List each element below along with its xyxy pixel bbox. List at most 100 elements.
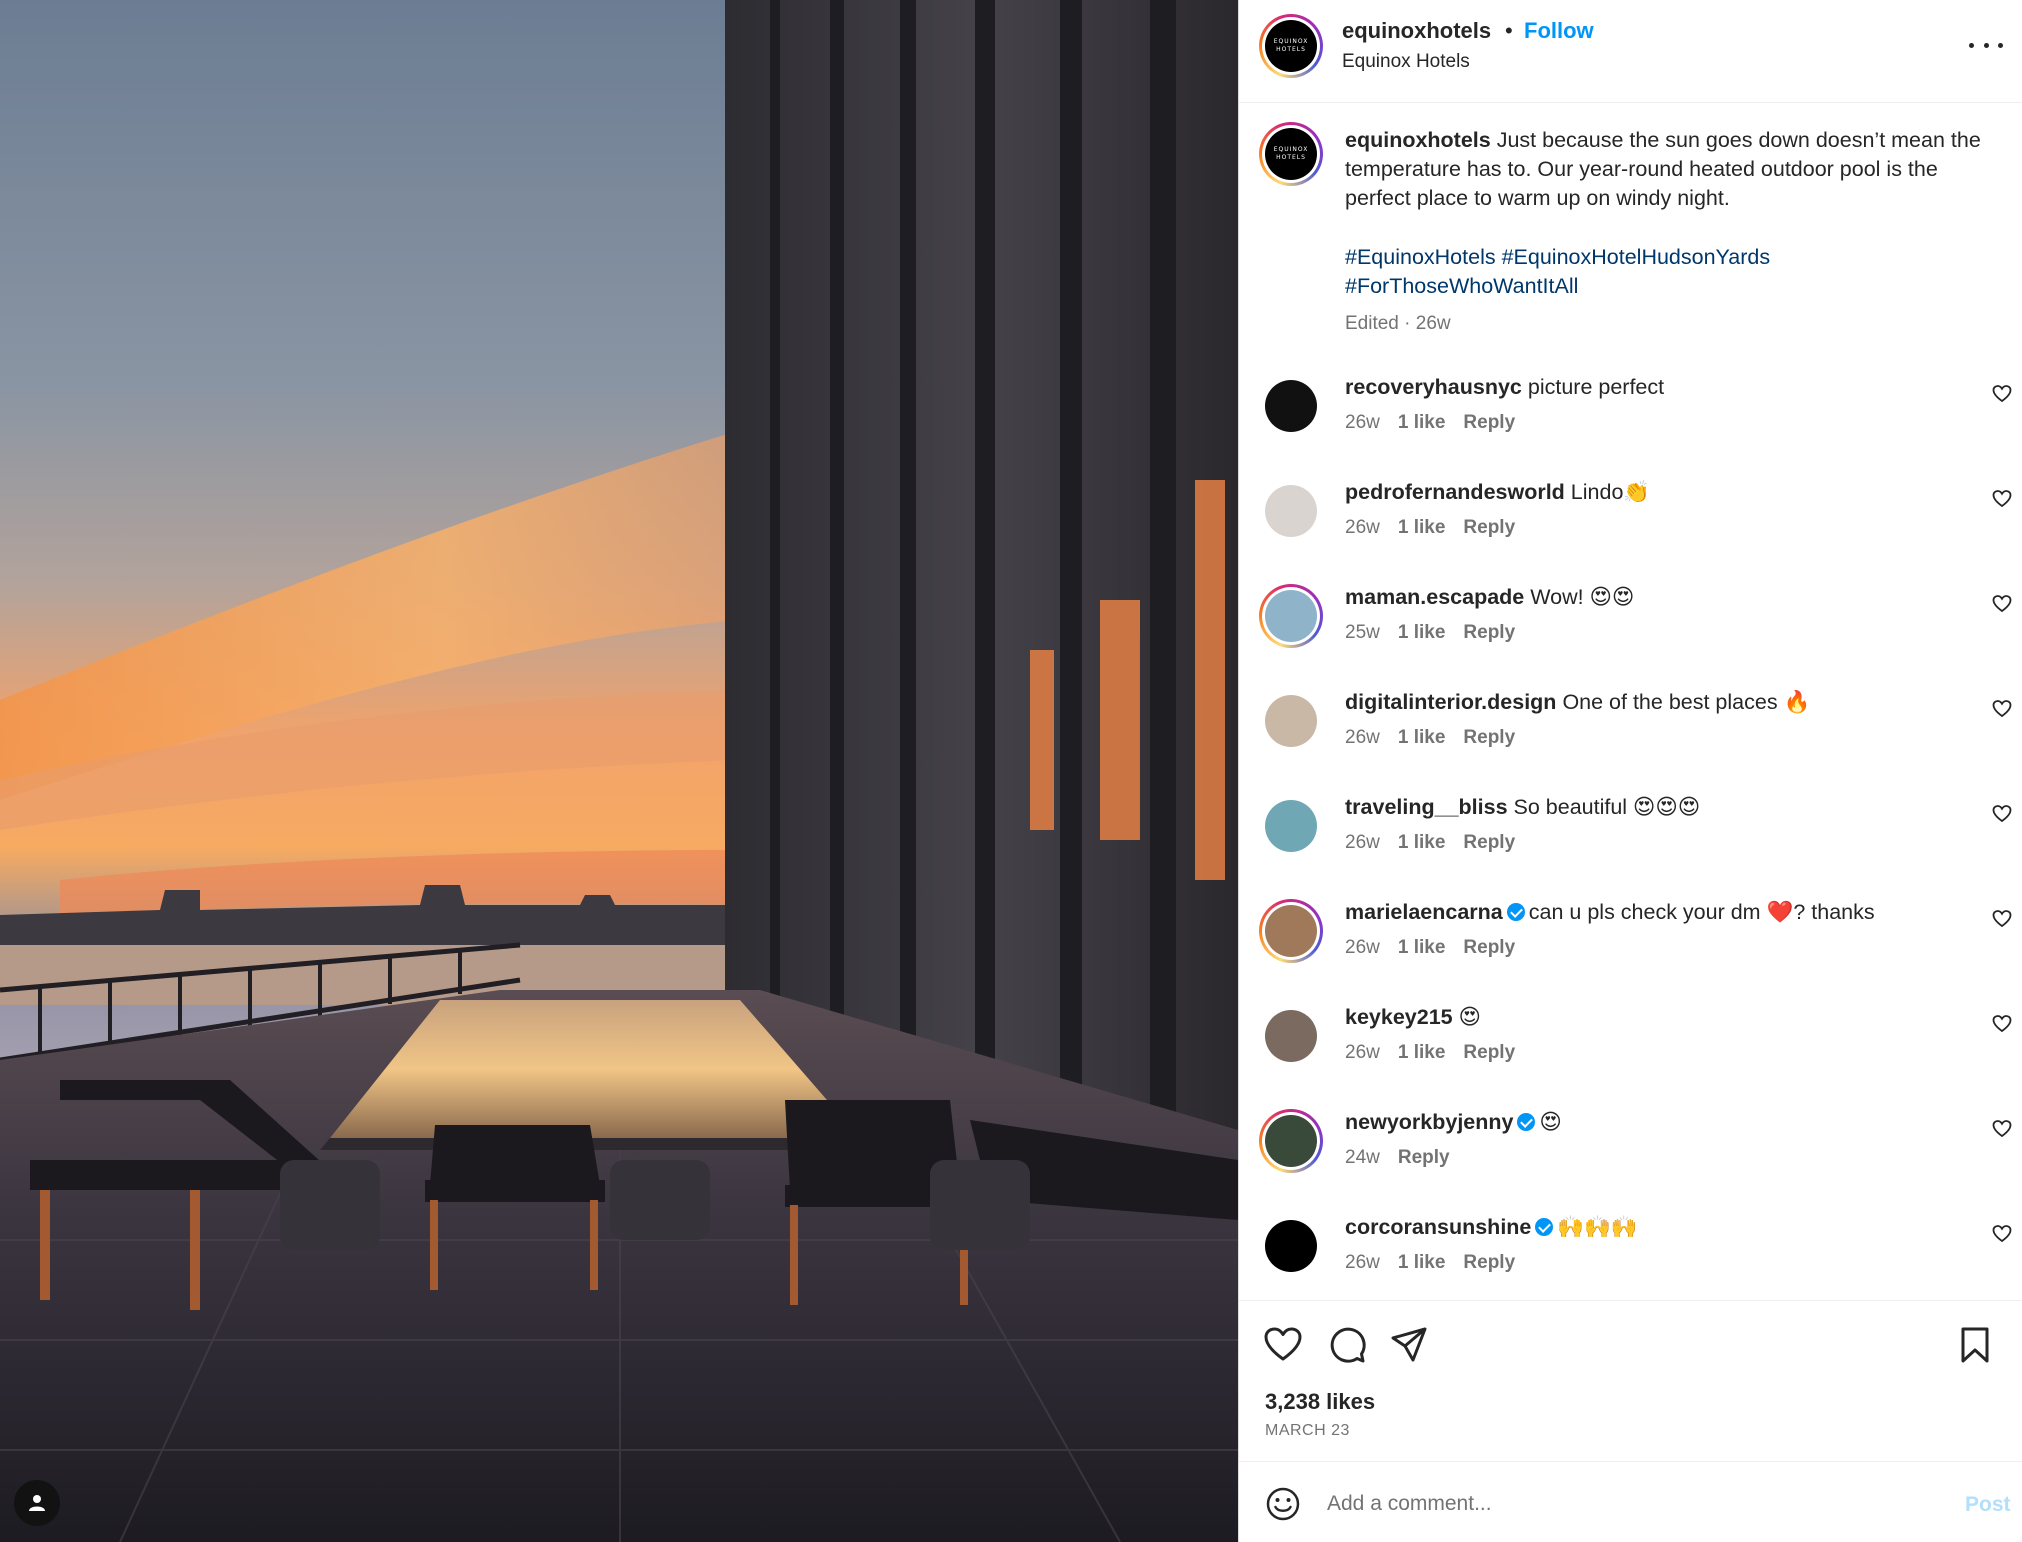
- comment-heart-icon[interactable]: [1992, 804, 2012, 824]
- reply-button[interactable]: Reply: [1463, 622, 1515, 643]
- reply-button[interactable]: Reply: [1463, 1042, 1515, 1063]
- comment-heart-icon[interactable]: [1992, 384, 2012, 404]
- commenter-username[interactable]: newyorkbyjenny: [1345, 1110, 1513, 1134]
- post-image[interactable]: [0, 0, 1238, 1542]
- like-count[interactable]: 3,238 likes: [1265, 1389, 1375, 1415]
- commenter-username[interactable]: traveling__bliss: [1345, 795, 1508, 819]
- commenter-username[interactable]: marielaencarna: [1345, 900, 1503, 924]
- comment-heart-icon[interactable]: [1992, 1224, 2012, 1244]
- commenter-avatar[interactable]: [1265, 695, 1317, 747]
- reply-button[interactable]: Reply: [1463, 412, 1515, 433]
- reply-button[interactable]: Reply: [1463, 937, 1515, 958]
- comment-item: keykey215 😍 26w 1 like Reply: [1239, 1002, 2022, 1102]
- comment-time[interactable]: 26w: [1345, 832, 1380, 853]
- bookmark-icon[interactable]: [1955, 1325, 1995, 1365]
- comment-meta: 26w 1 like Reply: [1345, 1252, 1533, 1274]
- post-comment-button[interactable]: Post: [1965, 1493, 2011, 1517]
- emoji-icon[interactable]: [1265, 1486, 1301, 1522]
- equinox-logo: EQUINOX HOTELS: [1265, 128, 1317, 180]
- commenter-username[interactable]: recoveryhausnyc: [1345, 375, 1522, 399]
- comment-body: Wow! 😍😍: [1530, 585, 1635, 609]
- comment-heart-icon[interactable]: [1992, 1014, 2012, 1034]
- comment-time[interactable]: 26w: [1345, 1042, 1380, 1063]
- comment-meta: 26w 1 like Reply: [1345, 517, 1533, 539]
- comment-like-count[interactable]: 1 like: [1398, 517, 1446, 538]
- comment-item: pedrofernandesworld Lindo👏 26w 1 like Reply: [1239, 477, 2022, 577]
- commenter-username[interactable]: maman.escapade: [1345, 585, 1524, 609]
- share-icon[interactable]: [1389, 1325, 1429, 1365]
- commenter-avatar[interactable]: [1265, 1220, 1317, 1272]
- commenter-username[interactable]: pedrofernandesworld: [1345, 480, 1565, 504]
- commenter-avatar[interactable]: [1265, 1010, 1317, 1062]
- comment-item: marielaencarna can u pls check your dm ❤️…: [1239, 897, 2022, 997]
- comment-icon[interactable]: [1327, 1325, 1367, 1365]
- comment-heart-icon[interactable]: [1992, 1119, 2012, 1139]
- more-options-icon[interactable]: [1969, 30, 2003, 60]
- commenter-username[interactable]: corcoransunshine: [1345, 1215, 1531, 1239]
- commenter-avatar[interactable]: [1259, 899, 1323, 963]
- reply-button[interactable]: Reply: [1463, 727, 1515, 748]
- comment-time[interactable]: 24w: [1345, 1147, 1380, 1168]
- comment-item: traveling__bliss So beautiful 😍😍😍 26w 1 li…: [1239, 792, 2022, 892]
- post-header: EQUINOX HOTELS equinoxhotels • Follow Eq…: [1239, 0, 2022, 103]
- comment-text-line: corcoransunshine 🙌🙌🙌: [1345, 1212, 1955, 1242]
- post-caption: equinoxhotels Just because the sun goes …: [1345, 126, 2005, 213]
- heart-icon[interactable]: [1263, 1325, 1303, 1365]
- comment-input[interactable]: [1327, 1484, 1927, 1524]
- commenter-avatar[interactable]: [1259, 584, 1323, 648]
- comment-item: maman.escapade Wow! 😍😍 25w 1 like Reply: [1239, 582, 2022, 682]
- separator-dot: •: [1505, 18, 1513, 43]
- comment-time[interactable]: 26w: [1345, 517, 1380, 538]
- comment-heart-icon[interactable]: [1992, 909, 2012, 929]
- comment-time[interactable]: 26w: [1345, 727, 1380, 748]
- comment-heart-icon[interactable]: [1992, 594, 2012, 614]
- comment-text-line: recoveryhausnyc picture perfect: [1345, 372, 1955, 402]
- reply-button[interactable]: Reply: [1398, 1147, 1450, 1168]
- hashtag-link[interactable]: #EquinoxHotels: [1345, 245, 1496, 269]
- comment-item: recoveryhausnyc picture perfect 26w 1 like…: [1239, 372, 2022, 472]
- comment-meta: 26w 1 like Reply: [1345, 832, 1533, 854]
- author-username[interactable]: equinoxhotels: [1342, 18, 1491, 44]
- comment-time[interactable]: 26w: [1345, 412, 1380, 433]
- comment-like-count[interactable]: 1 like: [1398, 1042, 1446, 1063]
- commenter-avatar[interactable]: [1265, 485, 1317, 537]
- reply-button[interactable]: Reply: [1463, 832, 1515, 853]
- hashtag-link[interactable]: #EquinoxHotelHudsonYards: [1502, 245, 1771, 269]
- comment-like-count[interactable]: 1 like: [1398, 622, 1446, 643]
- commenter-avatar[interactable]: [1259, 1109, 1323, 1173]
- comment-time[interactable]: 26w: [1345, 1252, 1380, 1273]
- comment-heart-icon[interactable]: [1992, 489, 2012, 509]
- reply-button[interactable]: Reply: [1463, 517, 1515, 538]
- caption-username[interactable]: equinoxhotels: [1345, 128, 1491, 152]
- commenter-avatar[interactable]: [1265, 380, 1317, 432]
- comment-item: newyorkbyjenny 😍 24w Reply: [1239, 1107, 2022, 1207]
- comment-body: 😍: [1539, 1110, 1562, 1134]
- comment-meta: 26w 1 like Reply: [1345, 1042, 1533, 1064]
- author-avatar[interactable]: EQUINOX HOTELS: [1259, 14, 1323, 78]
- user-tag-icon: [29, 1495, 45, 1511]
- commenter-username[interactable]: digitalinterior.design: [1345, 690, 1556, 714]
- comment-text-line: maman.escapade Wow! 😍😍: [1345, 582, 1955, 612]
- reply-button[interactable]: Reply: [1463, 1252, 1515, 1273]
- hashtag-link[interactable]: #ForThoseWhoWantItAll: [1345, 274, 1578, 298]
- rooftop-pool-sunset-photo: [0, 0, 1238, 1542]
- commenter-avatar[interactable]: [1265, 800, 1317, 852]
- comment-like-count[interactable]: 1 like: [1398, 832, 1446, 853]
- comment-meta: 26w 1 like Reply: [1345, 727, 1533, 749]
- caption-hashtags: #EquinoxHotels #EquinoxHotelHudsonYards …: [1345, 243, 2005, 301]
- commenter-username[interactable]: keykey215: [1345, 1005, 1453, 1029]
- comment-heart-icon[interactable]: [1992, 699, 2012, 719]
- comment-like-count[interactable]: 1 like: [1398, 937, 1446, 958]
- caption-edited-time: Edited · 26w: [1345, 313, 1451, 334]
- comment-like-count[interactable]: 1 like: [1398, 412, 1446, 433]
- comment-text-line: pedrofernandesworld Lindo👏: [1345, 477, 1955, 507]
- comment-time[interactable]: 25w: [1345, 622, 1380, 643]
- follow-button[interactable]: Follow: [1524, 18, 1594, 44]
- comment-time[interactable]: 26w: [1345, 937, 1380, 958]
- post-date: MARCH 23: [1265, 1422, 1350, 1439]
- verified-badge-icon: [1535, 1218, 1554, 1236]
- comment-like-count[interactable]: 1 like: [1398, 1252, 1446, 1273]
- comment-like-count[interactable]: 1 like: [1398, 727, 1446, 748]
- user-tag-button[interactable]: [14, 1480, 60, 1526]
- caption-avatar[interactable]: EQUINOX HOTELS: [1259, 122, 1323, 186]
